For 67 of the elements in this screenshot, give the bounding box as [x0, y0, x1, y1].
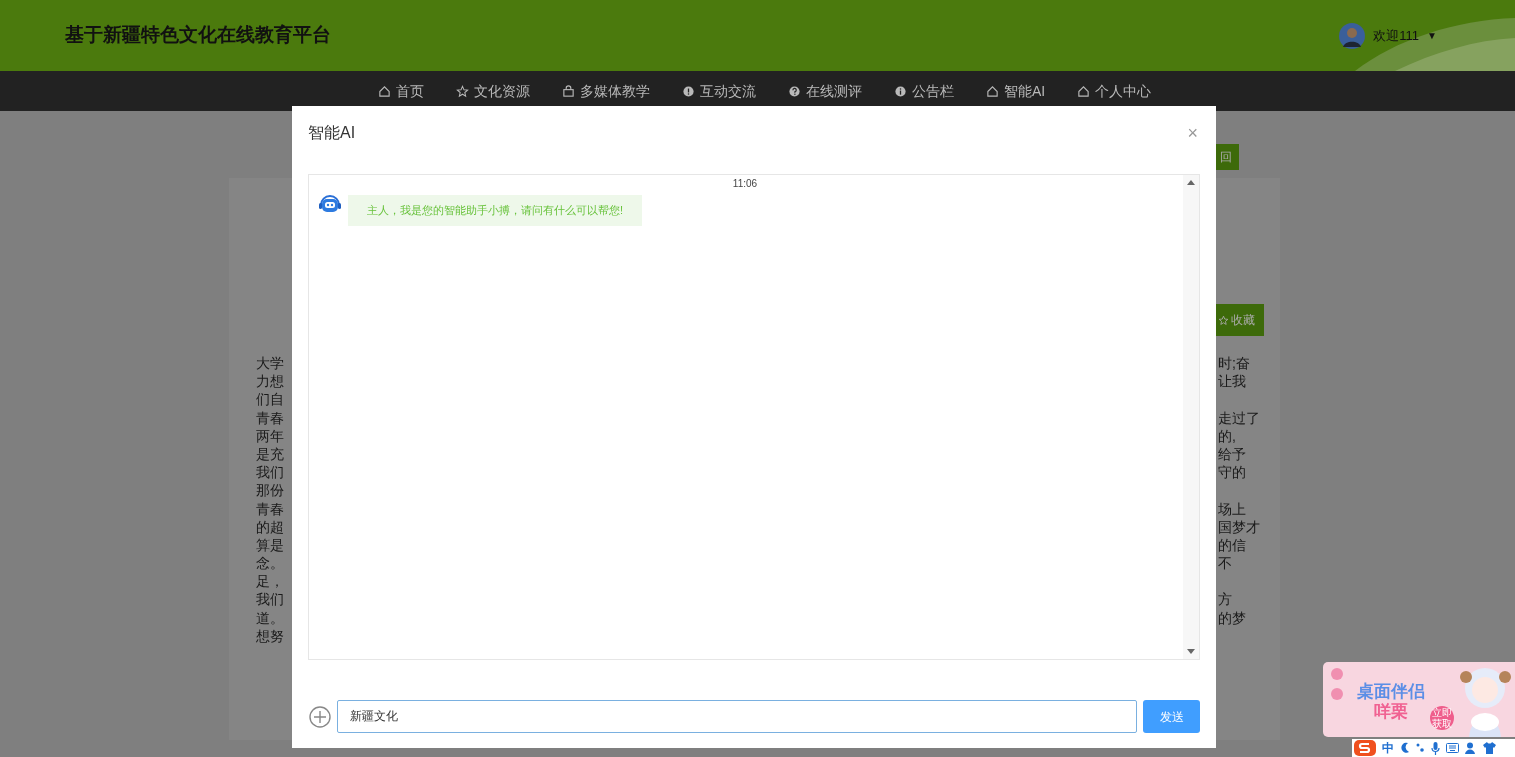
bag-icon [561, 84, 575, 98]
article-text: 念。 [256, 555, 284, 572]
home-icon [985, 84, 999, 98]
scroll-up-icon[interactable] [1187, 179, 1195, 185]
nav-link[interactable]: 个人中心 [1077, 80, 1152, 102]
star-icon [455, 84, 469, 98]
article-text: 想努 [256, 627, 284, 644]
nav-link[interactable]: 公告栏 [893, 80, 954, 102]
article-text: 国梦才 [1218, 518, 1260, 535]
ad-title: 桌面伴侣 [1357, 682, 1425, 702]
article-text: 力想 [256, 373, 284, 390]
article-text: 两年 [256, 427, 284, 444]
article-text: 们自 [256, 391, 284, 408]
article-text: 青春 [256, 500, 284, 517]
nav-link[interactable]: 互动交流 [681, 80, 756, 102]
message-input[interactable]: 新疆文化 [337, 700, 1137, 733]
star-icon [1218, 314, 1229, 326]
message-bubble: 主人，我是您的智能助手小搏，请问有什么可以帮您! [348, 195, 643, 226]
article-text: 时;奋 [1218, 355, 1250, 371]
article-text: 给予 [1218, 445, 1246, 462]
article-text: 的梦 [1218, 609, 1246, 626]
keyboard-icon[interactable] [1446, 743, 1459, 753]
question-icon [787, 84, 801, 98]
nav-link[interactable]: 智能AI [985, 80, 1046, 102]
exclamation-icon [681, 84, 695, 98]
article-text: 的信 [1218, 536, 1246, 553]
scrollbar[interactable] [1183, 175, 1199, 659]
article-text: 走过了 [1218, 409, 1260, 426]
welcome-text[interactable]: 欢迎111 [1373, 25, 1420, 46]
article-text: 让我 [1218, 373, 1246, 390]
site-title: 基于新疆特色文化在线教育平台 [65, 23, 331, 48]
article-text: 方 [1218, 591, 1232, 608]
nav-link[interactable]: 在线测评 [787, 80, 862, 102]
message-time: 11:06 [732, 177, 758, 191]
scroll-down-icon[interactable] [1187, 649, 1195, 655]
shirt-icon[interactable] [1483, 742, 1496, 754]
avatar-icon[interactable] [1339, 22, 1366, 49]
nav-link[interactable]: 首页 [377, 80, 424, 102]
article-text: 是充 [256, 445, 284, 462]
user-icon[interactable] [1465, 742, 1477, 754]
add-icon[interactable] [309, 705, 331, 728]
article-text: 场上 [1218, 500, 1246, 517]
article-text: 守的 [1218, 464, 1246, 481]
nav-link[interactable]: 文化资源 [455, 80, 530, 102]
article-text: 算是 [256, 536, 284, 553]
ad-name: 咩栗 [1374, 702, 1408, 722]
home-icon [1077, 84, 1091, 98]
article-text: 青春 [256, 409, 284, 426]
article-text: 那份 [256, 482, 284, 499]
article-text: 道。 [256, 609, 284, 626]
moon-icon[interactable] [1400, 742, 1410, 754]
dialog-title: 智能AI [308, 123, 356, 143]
punctuation-icon[interactable] [1416, 742, 1425, 754]
article-text: 不 [1218, 555, 1232, 572]
nav-link[interactable]: 多媒体教学 [561, 80, 650, 102]
caret-icon[interactable]: ▼ [1427, 28, 1437, 43]
article-text: 的, [1218, 427, 1236, 444]
article-text: 我们 [256, 591, 284, 608]
article-text: 大学 [256, 355, 284, 371]
article-text: 的超 [256, 518, 284, 535]
microphone-icon[interactable] [1431, 741, 1440, 755]
ime-mode[interactable]: 中 [1382, 742, 1394, 754]
article-text: 我们 [256, 464, 284, 481]
home-icon [377, 84, 391, 98]
logo-icon[interactable] [1354, 740, 1376, 756]
article-text: 足， [256, 573, 284, 590]
info-icon [893, 84, 907, 98]
